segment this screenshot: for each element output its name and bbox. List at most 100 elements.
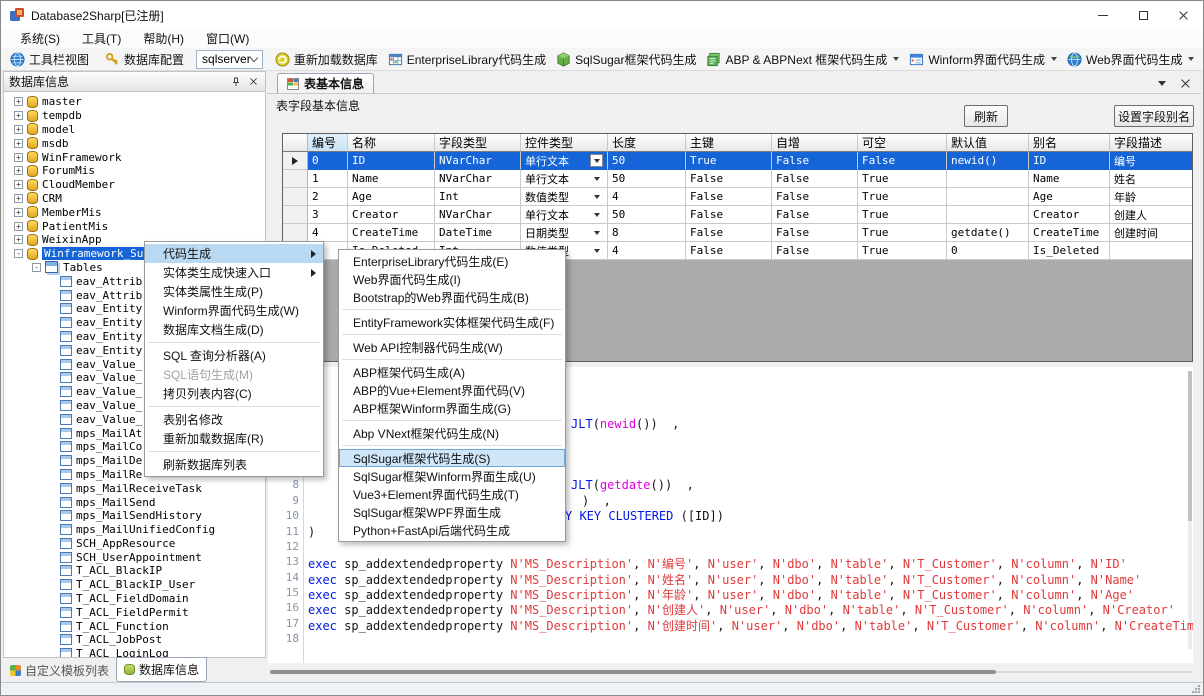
grid-cell[interactable]: 0 [947,242,1029,260]
tree-expander-icon[interactable]: + [14,153,23,162]
refresh-button[interactable]: 刷新 [964,105,1008,127]
horizontal-scrollbar[interactable] [268,663,1195,680]
grid-cell[interactable]: ID [348,152,435,170]
scrollbar-thumb[interactable] [1188,371,1192,521]
grid-cell[interactable]: 0 [308,152,348,170]
tree-item[interactable]: SCH_UserAppointment [4,550,265,564]
grid-header-cell[interactable]: 控件类型 [521,134,608,152]
grid-cell[interactable]: 日期类型 [521,224,608,242]
grid-cell[interactable]: False [686,242,772,260]
grid-cell[interactable]: 创建人 [1110,206,1193,224]
submenu-item[interactable]: Bootstrap的Web界面代码生成(B) [339,288,565,306]
submenu-item[interactable]: ABP框架Winform界面生成(G) [339,399,565,417]
tab-table-basic-info[interactable]: 表基本信息 [277,73,374,93]
grid-cell[interactable]: DateTime [435,224,521,242]
tree-item[interactable]: mps_MailSend [4,495,265,509]
grid-cell[interactable]: ID [1029,152,1110,170]
grid-header-cell[interactable]: 字段描述 [1110,134,1193,152]
grid-header-cell[interactable]: 名称 [348,134,435,152]
grid-cell[interactable]: True [858,242,947,260]
tree-item[interactable]: +WinFramework [4,150,265,164]
grid-row[interactable]: 2AgeInt数值类型4FalseFalseTrueAge年龄 [283,188,1192,206]
toolbar-web-button[interactable]: Web界面代码生成 [1062,48,1199,70]
grid-cell[interactable]: 4 [308,224,348,242]
tab-custom-template-list[interactable]: 自定义模板列表 [3,659,116,682]
submenu-item[interactable]: SqlSugar框架Winform界面生成(U) [339,467,565,485]
grid-cell[interactable]: False [686,170,772,188]
toolbar-sqlsugar-button[interactable]: SqlSugar框架代码生成 [551,48,701,70]
combo-dropdown-button[interactable] [590,154,603,167]
tree-item[interactable]: mps_MailReceiveTask [4,481,265,495]
tree-expander-icon[interactable]: + [14,194,23,203]
grid-cell[interactable]: False [686,188,772,206]
context-menu-item[interactable]: 拷贝列表内容(C) [145,384,323,403]
grid-cell[interactable]: 4 [608,188,686,206]
grid-cell[interactable]: NVarChar [435,206,521,224]
tree-expander-icon[interactable]: - [14,249,23,258]
grid-cell[interactable]: False [772,170,858,188]
grid-cell[interactable]: NVarChar [435,170,521,188]
combo-dropdown-button[interactable] [590,172,603,185]
context-menu-item[interactable]: 代码生成 [145,244,323,263]
tree-item[interactable]: mps_MailSendHistory [4,509,265,523]
pin-button[interactable] [229,75,243,89]
grid-row[interactable]: 3CreatorNVarChar单行文本50FalseFalseTrueCrea… [283,206,1192,224]
tree-item[interactable]: +CloudMember [4,178,265,192]
grid-cell[interactable]: NVarChar [435,152,521,170]
tree-expander-icon[interactable]: + [14,222,23,231]
grid-cell[interactable]: 年龄 [1110,188,1193,206]
panel-close-button[interactable] [246,75,260,89]
submenu-item[interactable]: Vue3+Element界面代码生成(T) [339,485,565,503]
grid-cell[interactable]: True [858,188,947,206]
grid-cell[interactable] [1110,242,1193,260]
grid-header-cell[interactable]: 长度 [608,134,686,152]
menubar-item[interactable]: 帮助(H) [132,28,195,49]
grid-cell[interactable]: 1 [308,170,348,188]
tree-item[interactable]: +msdb [4,136,265,150]
menubar-item[interactable]: 工具(T) [71,28,132,49]
tree-expander-icon[interactable]: + [14,97,23,106]
grid-cell[interactable]: Name [1029,170,1110,188]
grid-header-cell[interactable]: 默认值 [947,134,1029,152]
tree-expander-icon[interactable]: + [14,125,23,134]
tab-database-info[interactable]: 数据库信息 [116,657,207,682]
grid-cell[interactable]: 单行文本 [521,152,608,170]
grid-cell[interactable]: False [772,242,858,260]
tree-item[interactable]: T_ACL_BlackIP [4,564,265,578]
grid-cell[interactable]: 2 [308,188,348,206]
grid-cell[interactable] [947,206,1029,224]
grid-cell[interactable]: False [858,152,947,170]
context-menu-item[interactable]: SQL语句生成(M) [145,365,323,384]
grid-cell[interactable]: True [686,152,772,170]
context-menu-item[interactable]: Winform界面代码生成(W) [145,301,323,320]
submenu-item[interactable]: Abp VNext框架代码生成(N) [339,424,565,442]
tree-item[interactable]: +tempdb [4,109,265,123]
context-menu-item[interactable]: 刷新数据库列表 [145,455,323,474]
grid-cell[interactable]: getdate() [947,224,1029,242]
grid-cell[interactable]: 50 [608,170,686,188]
context-menu-item[interactable]: 表别名修改 [145,410,323,429]
toolbar-abp-button[interactable]: ABP & ABPNext 框架代码生成 [701,48,904,70]
grid-cell[interactable]: 创建时间 [1110,224,1193,242]
grid-cell[interactable]: True [858,206,947,224]
tree-item[interactable]: +model [4,123,265,137]
grid-cell[interactable]: False [686,206,772,224]
submenu-item[interactable]: EnterpriseLibrary代码生成(E) [339,252,565,270]
grid-cell[interactable]: 单行文本 [521,170,608,188]
grid-cell[interactable]: CreateTime [348,224,435,242]
submenu-item[interactable]: Python+FastApi后端代码生成 [339,521,565,539]
grid-cell[interactable]: False [772,152,858,170]
submenu-item[interactable]: SqlSugar框架WPF界面生成 [339,503,565,521]
context-menu-item[interactable]: 数据库文档生成(D) [145,320,323,339]
grid-cell[interactable]: 3 [308,206,348,224]
grid-row[interactable]: 4CreateTimeDateTime日期类型8FalseFalseTruege… [283,224,1192,242]
maximize-button[interactable] [1123,1,1163,29]
grid-header-cell[interactable]: 编号 [308,134,348,152]
context-menu-item[interactable]: 实体类生成快速入口 [145,263,323,282]
tree-item[interactable]: +master [4,95,265,109]
submenu-item[interactable]: SqlSugar框架代码生成(S) [339,449,565,467]
combo-dropdown-button[interactable] [590,226,603,239]
menubar-item[interactable]: 窗口(W) [195,28,260,49]
context-menu-item[interactable]: SQL 查询分析器(A) [145,346,323,365]
grid-row-selector[interactable] [283,188,308,206]
